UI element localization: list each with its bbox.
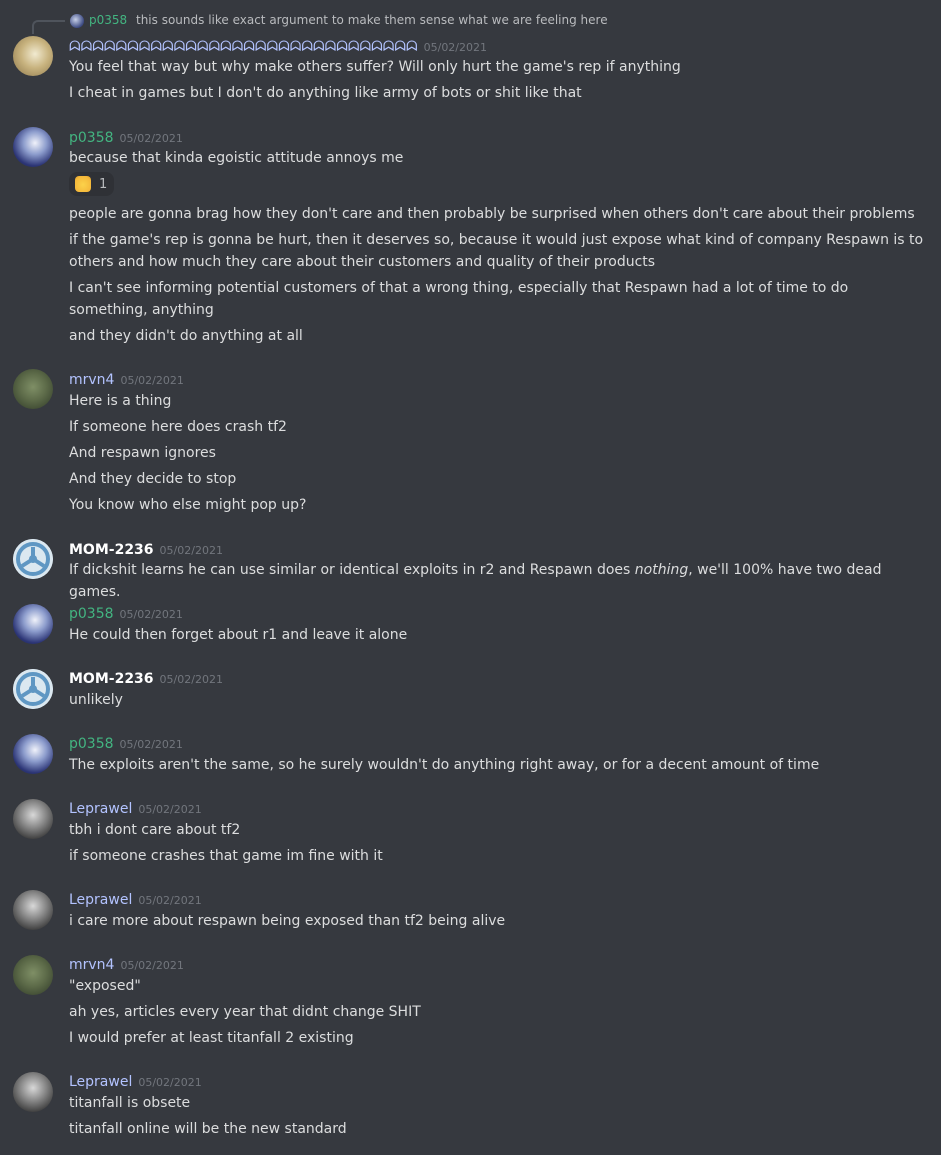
- message-line: You feel that way but why make others su…: [69, 59, 681, 75]
- message-line: I cheat in games but I don't do anything…: [69, 85, 582, 101]
- faction-logo-icon: [13, 669, 53, 709]
- timestamp[interactable]: 05/02/2021: [120, 132, 183, 145]
- message-line: "exposed": [69, 978, 141, 994]
- message-header: Leprawel 05/02/2021: [69, 889, 202, 909]
- message-line: titanfall online will be the new standar…: [69, 1121, 347, 1137]
- message-line: tbh i dont care about tf2: [69, 822, 241, 838]
- author-name[interactable]: p0358: [69, 736, 114, 752]
- avatar[interactable]: [13, 127, 53, 167]
- avatar[interactable]: [13, 799, 53, 839]
- message-header: ᗣᗣᗣᗣᗣᗣᗣᗣᗣᗣᗣᗣᗣᗣᗣᗣᗣᗣᗣᗣᗣᗣᗣᗣᗣᗣᗣᗣᗣᗣ 05/02/2021: [69, 36, 487, 56]
- message-header: MOM-2236 05/02/2021: [69, 539, 223, 559]
- author-name[interactable]: mrvn4: [69, 372, 114, 388]
- message-line: people are gonna brag how they don't car…: [69, 206, 915, 222]
- message-line: If dickshit learns he can use similar or…: [69, 559, 929, 603]
- avatar[interactable]: [13, 955, 53, 995]
- avatar[interactable]: [13, 539, 53, 579]
- message-header: mrvn4 05/02/2021: [69, 369, 184, 389]
- message-header: p0358 05/02/2021: [69, 733, 183, 753]
- reply-author[interactable]: p0358: [89, 13, 127, 27]
- timestamp[interactable]: 05/02/2021: [120, 959, 183, 972]
- avatar[interactable]: [13, 890, 53, 930]
- message-text-emphasis: nothing: [634, 562, 689, 578]
- author-name[interactable]: MOM-2236: [69, 671, 154, 687]
- avatar[interactable]: [13, 604, 53, 644]
- message-header: MOM-2236 05/02/2021: [69, 668, 223, 688]
- author-name[interactable]: MOM-2236: [69, 542, 154, 558]
- timestamp[interactable]: 05/02/2021: [138, 803, 201, 816]
- message-header: p0358 05/02/2021: [69, 603, 183, 623]
- timestamp[interactable]: 05/02/2021: [160, 544, 223, 557]
- reaction-count: 1: [99, 176, 108, 192]
- message-line: He could then forget about r1 and leave …: [69, 627, 408, 643]
- reaction-button[interactable]: 1: [69, 172, 114, 196]
- message-line: because that kinda egoistic attitude ann…: [69, 150, 404, 166]
- message-line: ah yes, articles every year that didnt c…: [69, 1004, 421, 1020]
- avatar[interactable]: [13, 36, 53, 76]
- reply-avatar[interactable]: [70, 14, 84, 28]
- avatar[interactable]: [13, 734, 53, 774]
- avatar[interactable]: [13, 1072, 53, 1112]
- message-line: i care more about respawn being exposed …: [69, 913, 506, 929]
- message-line: The exploits aren't the same, so he sure…: [69, 757, 820, 773]
- author-name[interactable]: Leprawel: [69, 1074, 132, 1090]
- author-name[interactable]: mrvn4: [69, 957, 114, 973]
- author-name[interactable]: p0358: [69, 606, 114, 622]
- reply-text[interactable]: this sounds like exact argument to make …: [136, 13, 608, 27]
- reply-spine: [32, 20, 65, 34]
- author-name[interactable]: Leprawel: [69, 892, 132, 908]
- message-line: titanfall is obsete: [69, 1095, 191, 1111]
- timestamp[interactable]: 05/02/2021: [138, 1076, 201, 1089]
- message-header: Leprawel 05/02/2021: [69, 1071, 202, 1091]
- message-line: I would prefer at least titanfall 2 exis…: [69, 1030, 354, 1046]
- author-name[interactable]: Leprawel: [69, 801, 132, 817]
- timestamp[interactable]: 05/02/2021: [120, 608, 183, 621]
- message-header: Leprawel 05/02/2021: [69, 798, 202, 818]
- timestamp[interactable]: 05/02/2021: [120, 374, 183, 387]
- author-name[interactable]: p0358: [69, 130, 114, 146]
- message-header: mrvn4 05/02/2021: [69, 954, 184, 974]
- message-line: You know who else might pop up?: [69, 497, 307, 513]
- message-line: Here is a thing: [69, 393, 172, 409]
- author-name[interactable]: ᗣᗣᗣᗣᗣᗣᗣᗣᗣᗣᗣᗣᗣᗣᗣᗣᗣᗣᗣᗣᗣᗣᗣᗣᗣᗣᗣᗣᗣᗣ: [69, 39, 418, 55]
- message-line: unlikely: [69, 692, 123, 708]
- message-text-pre: If dickshit learns he can use similar or…: [69, 562, 635, 578]
- message-line: and they didn't do anything at all: [69, 328, 303, 344]
- message-line: if someone crashes that game im fine wit…: [69, 848, 383, 864]
- fist-emoji-icon: [75, 176, 91, 192]
- timestamp[interactable]: 05/02/2021: [160, 673, 223, 686]
- timestamp[interactable]: 05/02/2021: [120, 738, 183, 751]
- timestamp[interactable]: 05/02/2021: [424, 41, 487, 54]
- faction-logo-icon: [13, 539, 53, 579]
- avatar[interactable]: [13, 369, 53, 409]
- message-line: And they decide to stop: [69, 471, 237, 487]
- message-line: if the game's rep is gonna be hurt, then…: [69, 232, 924, 270]
- chat-log: p0358 this sounds like exact argument to…: [0, 0, 941, 1155]
- message-header: p0358 05/02/2021: [69, 127, 183, 147]
- message-line: If someone here does crash tf2: [69, 419, 287, 435]
- message-line: I can't see informing potential customer…: [69, 280, 849, 318]
- avatar[interactable]: [13, 669, 53, 709]
- message-line: And respawn ignores: [69, 445, 216, 461]
- timestamp[interactable]: 05/02/2021: [138, 894, 201, 907]
